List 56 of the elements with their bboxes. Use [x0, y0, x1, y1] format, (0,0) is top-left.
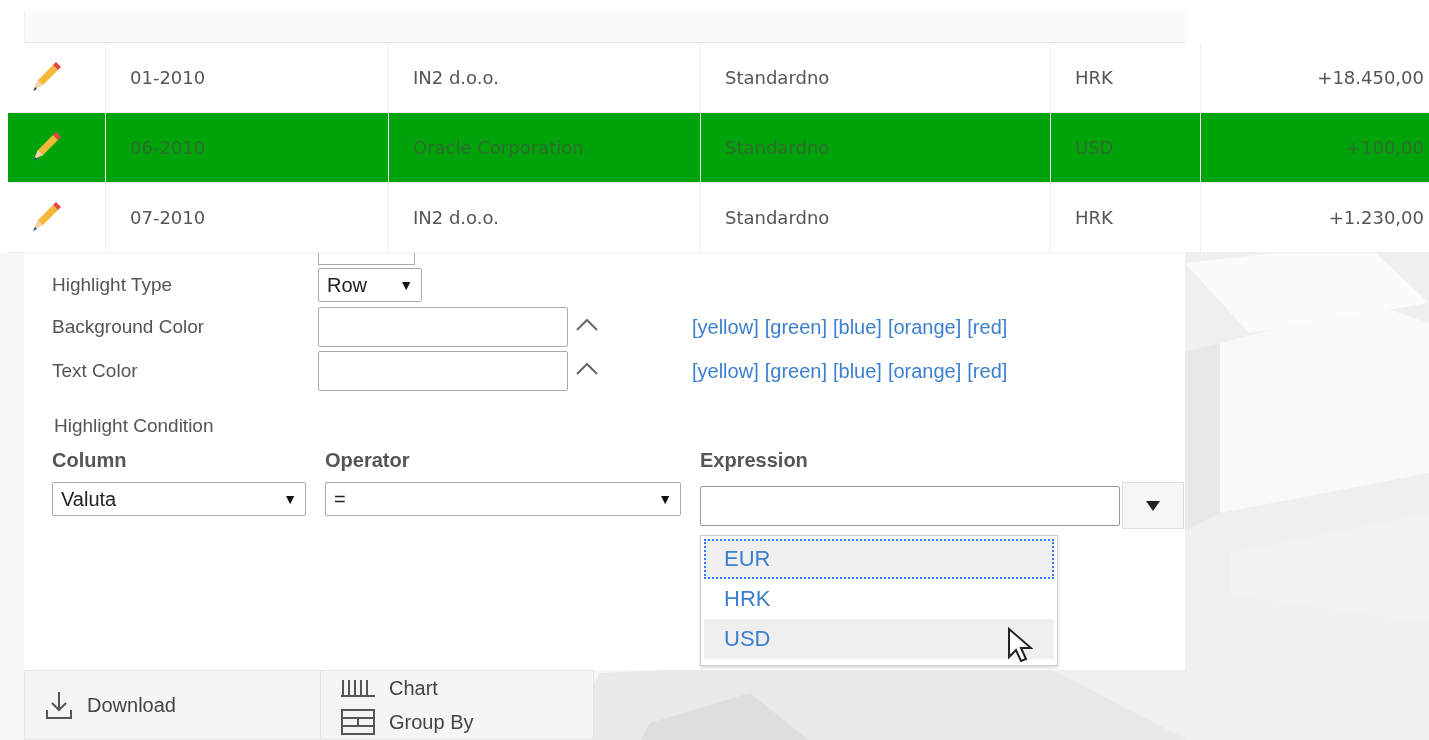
operator-select[interactable]: = ▼: [325, 482, 681, 516]
table-cell: Standardno: [700, 183, 1050, 252]
table-cell: IN2 d.o.o.: [388, 43, 700, 112]
table-cell: HRK: [1050, 183, 1200, 252]
type-select[interactable]: Row ▼: [318, 268, 422, 302]
table-cell: 06-2010: [105, 113, 388, 182]
color-link[interactable]: [green]: [764, 315, 827, 339]
menu-item[interactable]: Download: [45, 690, 320, 720]
table-cell: 01-2010: [105, 43, 388, 112]
column-select[interactable]: Valuta ▼: [52, 482, 306, 516]
table-cell: Oracle Corporation: [388, 113, 700, 182]
table-cell: Standardno: [700, 43, 1050, 112]
bar-chart-icon: [341, 678, 375, 698]
color-field[interactable]: [318, 351, 568, 391]
input-field[interactable]: [318, 253, 415, 265]
caret-up-icon[interactable]: [575, 318, 599, 332]
field-label: Highlight Type: [52, 274, 174, 296]
column-heading: Expression: [700, 449, 809, 472]
dropdown-button[interactable]: [1122, 482, 1184, 529]
color-field[interactable]: [318, 307, 568, 347]
color-link[interactable]: [red]: [967, 315, 1008, 339]
color-link[interactable]: [orange]: [887, 359, 962, 383]
dropdown-arrow-icon: ▼: [283, 491, 297, 507]
color-link[interactable]: [blue]: [832, 359, 882, 383]
section-title: Highlight Condition: [54, 415, 215, 437]
dropdown-option[interactable]: USD: [704, 619, 1054, 659]
color-link[interactable]: [green]: [764, 359, 827, 383]
menu-item[interactable]: Chart: [341, 675, 593, 701]
table-cell: IN2 d.o.o.: [388, 183, 700, 252]
table-icon: [341, 709, 375, 735]
table-cell: HRK: [1050, 43, 1200, 112]
dropdown-arrow-icon: ▼: [658, 491, 672, 507]
color-link[interactable]: [orange]: [887, 315, 962, 339]
dropdown-arrow-icon: [1146, 500, 1160, 511]
table-cell: USD: [1050, 113, 1200, 182]
table-cell: Standardno: [700, 113, 1050, 182]
expression-field[interactable]: [700, 485, 1120, 526]
table-row[interactable]: 07-2010 IN2 d.o.o. Standardno HRK +1.230,00: [8, 183, 1429, 253]
color-link[interactable]: [red]: [967, 359, 1008, 383]
download-icon: [45, 690, 73, 720]
field-label: Background Color: [52, 316, 206, 338]
table-cell: 07-2010: [105, 183, 388, 252]
dropdown-option[interactable]: EUR: [704, 539, 1054, 579]
color-link[interactable]: [yellow]: [692, 315, 759, 339]
field-label: Text Color: [52, 360, 139, 382]
menu-item[interactable]: Group By: [341, 709, 593, 735]
color-link[interactable]: [blue]: [832, 315, 882, 339]
column-heading: Operator: [325, 449, 411, 472]
column-heading: Column: [52, 449, 128, 472]
color-link[interactable]: [yellow]: [692, 359, 759, 383]
table-cell: +18.450,00: [1200, 43, 1429, 112]
caret-up-icon[interactable]: [575, 362, 599, 376]
dropdown-arrow-icon: ▼: [399, 277, 413, 293]
table-cell: +1.230,00: [1200, 183, 1429, 252]
table-cell: +100,00: [1200, 113, 1429, 182]
table-row[interactable]: 01-2010 IN2 d.o.o. Standardno HRK +18.450,00: [8, 43, 1429, 113]
